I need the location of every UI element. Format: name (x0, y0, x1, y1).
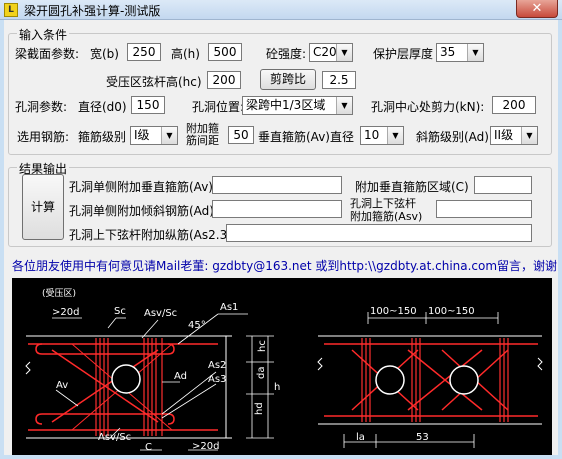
label-as2: As2 (208, 360, 226, 371)
result-as23-field[interactable] (226, 224, 532, 242)
label-da: da (256, 367, 267, 379)
result-asv-field[interactable] (436, 200, 532, 218)
drawing-canvas: (受压区) >20d Sc Asv/Sc 45° As1 Av Ad As2 A… (25, 287, 543, 453)
result-av-field[interactable] (212, 176, 342, 194)
right-elevation: 100~150 100~150 la 53 (317, 306, 543, 448)
beam-params-label: 梁截面参数: (15, 47, 80, 61)
result-c-label: 附加垂直箍筋区域(C) (355, 180, 469, 194)
hole-params-label: 孔洞参数: (15, 100, 68, 114)
title-bar: L 梁开圆孔补强计算-测试版 ✕ (0, 0, 562, 20)
label-spacing-2: 100~150 (428, 306, 475, 317)
result-asv-label-line2: 附加箍筋(Asv) (350, 210, 423, 223)
chord-height-input[interactable]: 200 (207, 71, 241, 89)
stirrup-grade-value: I级 (134, 128, 150, 142)
label-hc: hc (257, 340, 268, 352)
label-c: C (145, 442, 152, 453)
height-label: 高(h) (171, 47, 200, 61)
shear-force-input[interactable]: 200 (492, 96, 536, 114)
label-as3: As3 (208, 374, 226, 385)
concrete-label: 砼强度: (266, 47, 307, 61)
hole-circle-1 (375, 365, 405, 395)
app-icon[interactable]: L (4, 3, 18, 17)
vertical-dia-select[interactable]: 10 ▼ (360, 126, 404, 145)
label-sc: Sc (114, 306, 126, 317)
concrete-select[interactable]: C20 ▼ (309, 43, 353, 62)
width-label: 宽(b) (90, 47, 119, 61)
label-asv-sc-top: Asv/Sc (144, 308, 177, 319)
result-asv-label-line1: 孔洞上下弦杆 (350, 197, 416, 210)
chevron-down-icon: ▼ (336, 44, 352, 61)
label-av: Av (56, 380, 68, 391)
label-20d-bot: >20d (192, 441, 219, 452)
shear-force-label: 孔洞中心处剪力(kN): (371, 100, 485, 114)
shear-span-button[interactable]: 剪跨比 (260, 69, 316, 90)
label-45: 45° (188, 320, 206, 331)
label-zone: (受压区) (42, 287, 76, 299)
hole-circle-2 (449, 365, 479, 395)
label-h: h (274, 382, 280, 393)
chevron-down-icon: ▼ (521, 127, 537, 144)
label-spacing-1: 100~150 (370, 306, 417, 317)
diameter-input[interactable]: 150 (131, 96, 165, 114)
chevron-down-icon: ▼ (161, 127, 177, 144)
result-ad-field[interactable] (212, 200, 342, 218)
chevron-down-icon: ▼ (336, 97, 352, 114)
diameter-label: 直径(d0) (78, 100, 127, 114)
label-as1: As1 (220, 302, 238, 313)
result-ad-label: 孔洞单侧附加倾斜钢筋(Ad) (69, 204, 214, 218)
diagonal-grade-label: 斜筋级别(Ad) (416, 130, 489, 144)
result-c-field[interactable] (474, 176, 532, 194)
shear-span-input[interactable]: 2.5 (322, 71, 356, 89)
cover-label: 保护层厚度 (373, 47, 434, 61)
stirrup-grade-select[interactable]: I级 ▼ (130, 126, 178, 145)
calculate-button[interactable]: 计算 (22, 174, 64, 240)
rebar-label: 选用钢筋: (17, 130, 70, 144)
concrete-value: C20 (313, 45, 337, 59)
input-legend: 输入条件 (17, 26, 70, 43)
reinforcement-drawing: (受压区) >20d Sc Asv/Sc 45° As1 Av Ad As2 A… (12, 278, 552, 455)
window-title: 梁开圆孔补强计算-测试版 (24, 4, 161, 18)
spacing-input[interactable]: 50 (228, 126, 254, 144)
vertical-dia-label: 垂直箍筋(Av)直径 (258, 130, 354, 144)
chevron-down-icon: ▼ (387, 127, 403, 144)
height-input[interactable]: 500 (208, 43, 242, 61)
result-as23-label: 孔洞上下弦杆附加纵筋(As2.3) (69, 228, 232, 242)
client-area: 输入条件 梁截面参数: 宽(b) 250 高(h) 500 砼强度: C20 ▼… (4, 20, 558, 455)
label-ad: Ad (174, 371, 187, 382)
result-av-label: 孔洞单侧附加垂直箍筋(Av) (69, 180, 213, 194)
width-input[interactable]: 250 (127, 43, 161, 61)
label-hd: hd (254, 402, 265, 415)
hole-position-select[interactable]: 梁跨中1/3区域 ▼ (242, 96, 353, 115)
label-53: 53 (416, 432, 429, 443)
spacing-label-line2: 筋间距 (186, 134, 219, 147)
label-asv-sc-bot: Asv/Sc (98, 432, 131, 443)
cover-value: 35 (440, 45, 456, 59)
diagonal-grade-value: II级 (494, 128, 514, 142)
left-elevation: (受压区) >20d Sc Asv/Sc 45° As1 Av Ad As2 A… (25, 287, 280, 453)
close-button[interactable]: ✕ (516, 0, 558, 18)
chevron-down-icon: ▼ (467, 44, 483, 61)
chord-height-label: 受压区弦杆高(hc) (106, 75, 202, 89)
hole-position-value: 梁跨中1/3区域 (246, 98, 326, 112)
label-20d-top: >20d (52, 307, 79, 318)
stirrup-grade-label: 箍筋级别 (78, 130, 127, 144)
contact-info: 各位朋友使用中有何意见请Mail老董: gzdbty@163.net 或到htt… (12, 259, 558, 273)
label-la: la (356, 432, 365, 443)
spacing-label-line1: 附加箍 (186, 122, 219, 135)
hole-circle (111, 364, 141, 394)
hole-position-label: 孔洞位置: (192, 100, 245, 114)
cover-select[interactable]: 35 ▼ (436, 43, 484, 62)
vertical-dia-value: 10 (364, 128, 380, 142)
diagonal-grade-select[interactable]: II级 ▼ (490, 126, 538, 145)
